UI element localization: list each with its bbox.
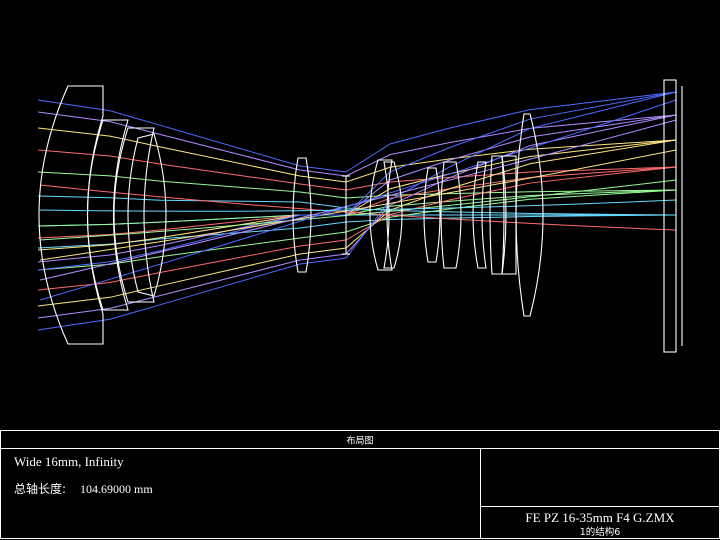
lens-element-1 — [38, 85, 104, 345]
total-length-value: 104.69000 mm — [80, 482, 153, 496]
title-block: 布局图 Wide 16mm, Infinity 总轴长度: 104.69000 … — [0, 430, 720, 539]
lens-element-4 — [127, 133, 167, 297]
title-block-header: 布局图 — [346, 435, 373, 447]
file-name: FE PZ 16-35mm F4 G.ZMX — [525, 510, 675, 525]
ray — [37, 114, 677, 263]
config-name: Wide 16mm, Infinity — [14, 454, 124, 469]
config-index: 1的结构6 — [580, 526, 621, 538]
ray — [37, 214, 676, 227]
ray — [37, 195, 677, 216]
ray — [39, 99, 677, 301]
total-length-label: 总轴长度: — [14, 481, 66, 496]
ray — [37, 111, 677, 177]
lens-layout-diagram — [37, 79, 683, 353]
